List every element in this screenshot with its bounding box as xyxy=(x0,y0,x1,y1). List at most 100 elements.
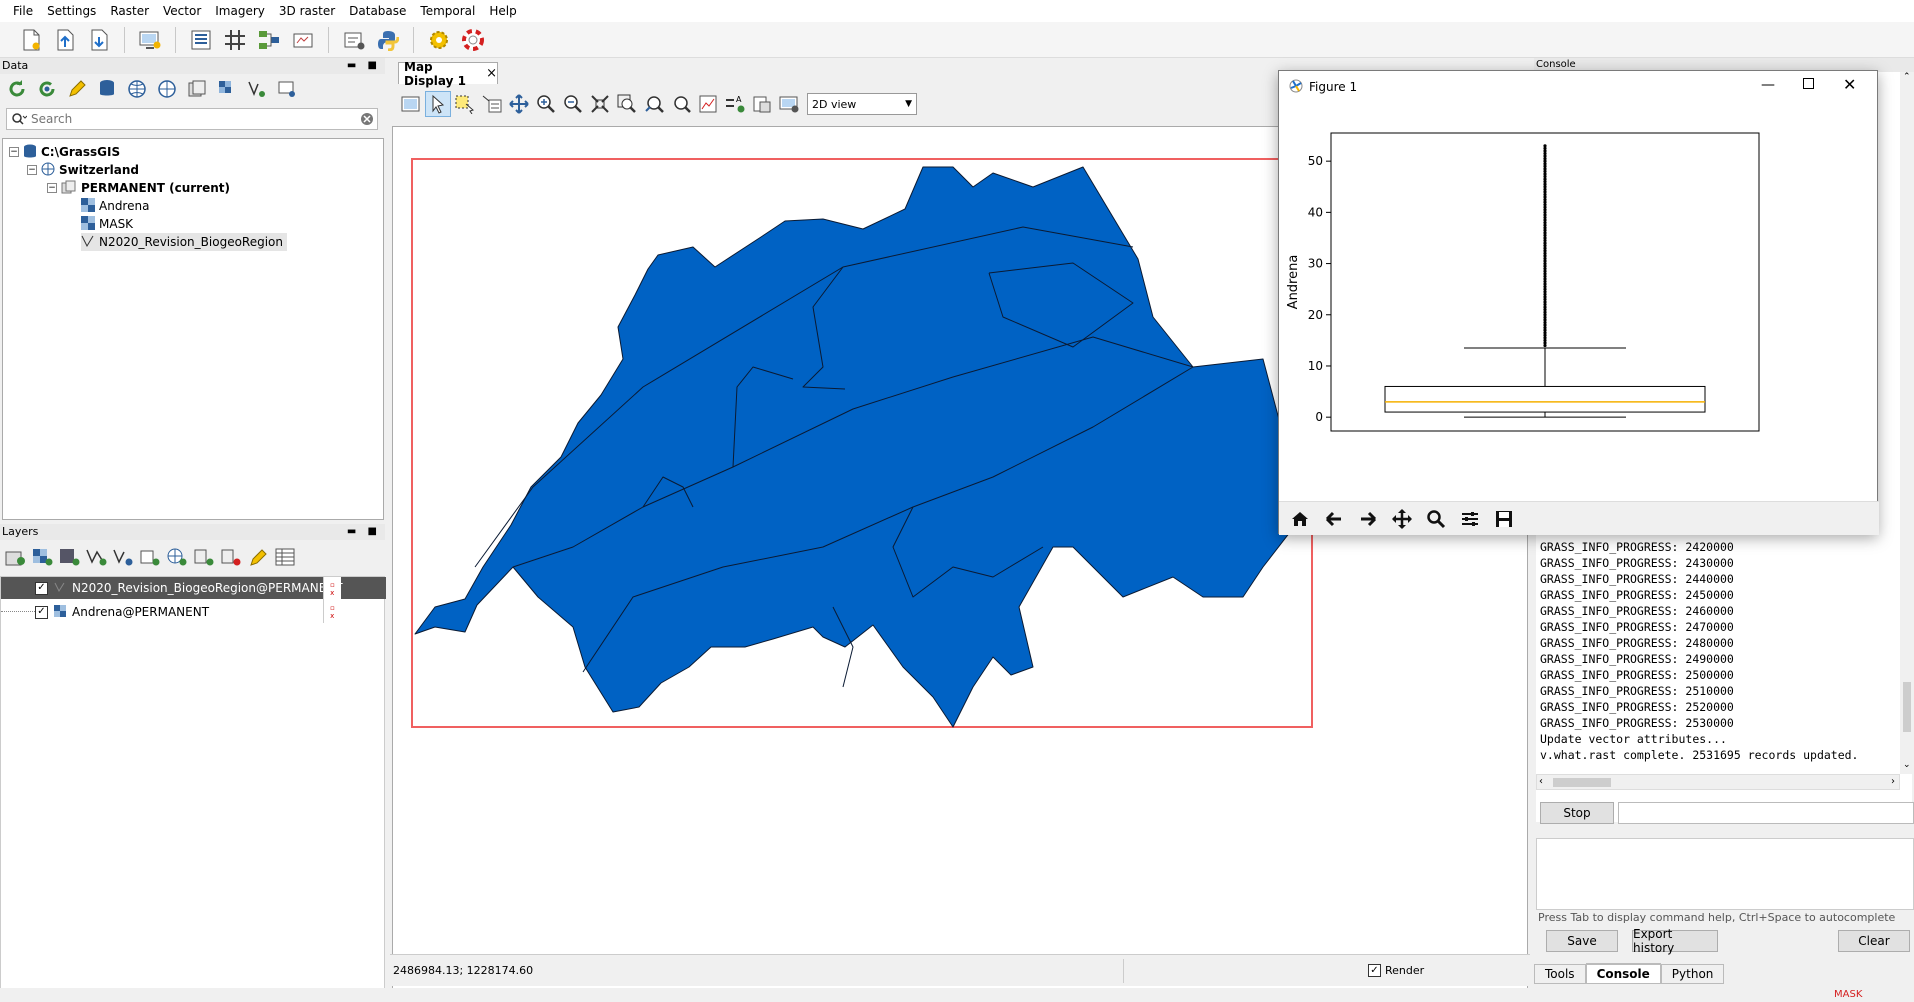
settings-gear-icon[interactable] xyxy=(426,27,452,53)
tree-item-vector[interactable]: N2020_Revision_BiogeoRegion xyxy=(81,233,287,251)
menu-settings[interactable]: Settings xyxy=(40,0,103,22)
save-icon[interactable] xyxy=(1491,506,1517,532)
home-icon[interactable] xyxy=(1287,506,1313,532)
panel-controls-icon[interactable]: ▬ ■ xyxy=(347,524,381,540)
menu-database[interactable]: Database xyxy=(342,0,413,22)
close-tab-icon[interactable]: × xyxy=(486,66,497,81)
tree-node-root[interactable]: − C:\GrassGIS xyxy=(9,143,120,161)
menu-raster[interactable]: Raster xyxy=(103,0,156,22)
menu-3d-raster[interactable]: 3D raster xyxy=(272,0,342,22)
stop-button[interactable]: Stop xyxy=(1540,802,1614,824)
help-lifebuoy-icon[interactable] xyxy=(460,27,486,53)
scrollbar-thumb[interactable] xyxy=(1553,778,1611,787)
python-icon[interactable] xyxy=(375,27,401,53)
layer-style-icon[interactable]: ▫ x xyxy=(324,577,341,600)
horizontal-scrollbar[interactable]: ‹ › xyxy=(1536,774,1900,790)
vertical-scrollbar[interactable]: ⌃ ⌄ xyxy=(1900,72,1914,774)
add-overlay-icon[interactable] xyxy=(137,544,163,570)
zoom-icon[interactable] xyxy=(1423,506,1449,532)
data-search-box[interactable] xyxy=(6,108,378,130)
attribute-table-icon[interactable] xyxy=(272,544,298,570)
render-toggle[interactable]: ✓ Render xyxy=(1368,964,1424,977)
maximize-icon[interactable] xyxy=(1803,78,1814,89)
layer-style-icon[interactable]: ▫ x xyxy=(324,600,341,623)
panel-controls-icon[interactable]: ▬ ■ xyxy=(347,58,381,74)
zoom-in-icon[interactable] xyxy=(533,91,559,117)
collapse-icon[interactable]: − xyxy=(27,165,37,175)
minimize-icon[interactable]: — xyxy=(1761,77,1775,93)
render-map-icon[interactable] xyxy=(398,91,424,117)
remove-layer-icon[interactable] xyxy=(218,544,244,570)
zoom-out-icon[interactable] xyxy=(560,91,586,117)
download-location-globe-icon[interactable] xyxy=(154,76,180,102)
select-icon[interactable] xyxy=(452,91,478,117)
script-icon[interactable] xyxy=(341,27,367,53)
import-raster-icon[interactable] xyxy=(214,76,240,102)
tab-tools[interactable]: Tools xyxy=(1534,964,1586,984)
close-icon[interactable]: ✕ xyxy=(1843,75,1856,94)
scrollbar-thumb[interactable] xyxy=(1903,682,1911,732)
forward-arrow-icon[interactable] xyxy=(1355,506,1381,532)
link-vector-icon[interactable] xyxy=(274,76,300,102)
clear-button[interactable]: Clear xyxy=(1838,930,1910,952)
add-location-globe-icon[interactable] xyxy=(124,76,150,102)
tab-map-display-1[interactable]: Map Display 1 × xyxy=(398,60,498,88)
view-mode-select[interactable]: 2D view ▼ xyxy=(807,93,917,115)
add-map-layers-icon[interactable] xyxy=(2,544,28,570)
new-workspace-icon[interactable] xyxy=(18,27,44,53)
analyze-icon[interactable] xyxy=(695,91,721,117)
menu-help[interactable]: Help xyxy=(482,0,523,22)
tree-node-mapset[interactable]: − PERMANENT (current) xyxy=(47,179,230,197)
zoom-options-icon[interactable] xyxy=(668,91,694,117)
add-group-icon[interactable] xyxy=(191,544,217,570)
zoom-extent-icon[interactable] xyxy=(587,91,613,117)
add-thematic-vector-icon[interactable] xyxy=(110,544,136,570)
add-raster-icon[interactable] xyxy=(29,544,55,570)
georectify-icon[interactable] xyxy=(290,27,316,53)
save-display-icon[interactable] xyxy=(749,91,775,117)
tree-node-location[interactable]: − Switzerland xyxy=(27,161,139,179)
scroll-down-icon[interactable]: ⌄ xyxy=(1903,760,1911,770)
layer-visibility-checkbox[interactable]: ✓ xyxy=(35,581,48,595)
add-web-service-icon[interactable] xyxy=(164,544,190,570)
pan-icon[interactable] xyxy=(506,91,532,117)
new-map-display-icon[interactable] xyxy=(137,27,163,53)
edit-vector-pencil-icon[interactable] xyxy=(245,544,271,570)
menu-temporal[interactable]: Temporal xyxy=(413,0,482,22)
menu-imagery[interactable]: Imagery xyxy=(208,0,272,22)
layer-manager-icon[interactable] xyxy=(188,27,214,53)
scroll-left-icon[interactable]: ‹ xyxy=(1539,776,1543,787)
save-button[interactable]: Save xyxy=(1546,930,1618,952)
export-history-button[interactable]: Export history xyxy=(1632,927,1718,955)
scroll-right-icon[interactable]: › xyxy=(1891,776,1895,787)
modeler-icon[interactable] xyxy=(256,27,282,53)
menu-vector[interactable]: Vector xyxy=(156,0,208,22)
database-icon[interactable] xyxy=(94,76,120,102)
mapset-icon[interactable] xyxy=(184,76,210,102)
print-display-icon[interactable] xyxy=(776,91,802,117)
grid-icon[interactable] xyxy=(222,27,248,53)
open-workspace-icon[interactable] xyxy=(52,27,78,53)
command-input[interactable] xyxy=(1536,838,1914,910)
zoom-region-icon[interactable] xyxy=(614,91,640,117)
scroll-up-icon[interactable]: ⌃ xyxy=(1903,72,1911,82)
reload-current-icon[interactable] xyxy=(34,76,60,102)
figure-titlebar[interactable]: Figure 1 — ✕ xyxy=(1279,71,1879,103)
collapse-icon[interactable]: − xyxy=(9,147,19,157)
edit-pencil-icon[interactable] xyxy=(64,76,90,102)
back-arrow-icon[interactable] xyxy=(1321,506,1347,532)
pointer-icon[interactable] xyxy=(425,91,451,117)
tab-console[interactable]: Console xyxy=(1585,963,1661,984)
clear-search-icon[interactable] xyxy=(357,112,377,126)
add-vector-icon[interactable] xyxy=(83,544,109,570)
save-workspace-icon[interactable] xyxy=(86,27,112,53)
tab-python[interactable]: Python xyxy=(1660,964,1725,984)
menu-file[interactable]: File xyxy=(6,0,40,22)
zoom-back-icon[interactable] xyxy=(641,91,667,117)
collapse-icon[interactable]: − xyxy=(47,183,57,193)
import-vector-icon[interactable] xyxy=(244,76,270,102)
tree-item-raster[interactable]: MASK xyxy=(81,215,133,233)
map-elements-icon[interactable]: A xyxy=(722,91,748,117)
layer-visibility-checkbox[interactable]: ✓ xyxy=(35,605,48,619)
add-raster-misc-icon[interactable] xyxy=(56,544,82,570)
